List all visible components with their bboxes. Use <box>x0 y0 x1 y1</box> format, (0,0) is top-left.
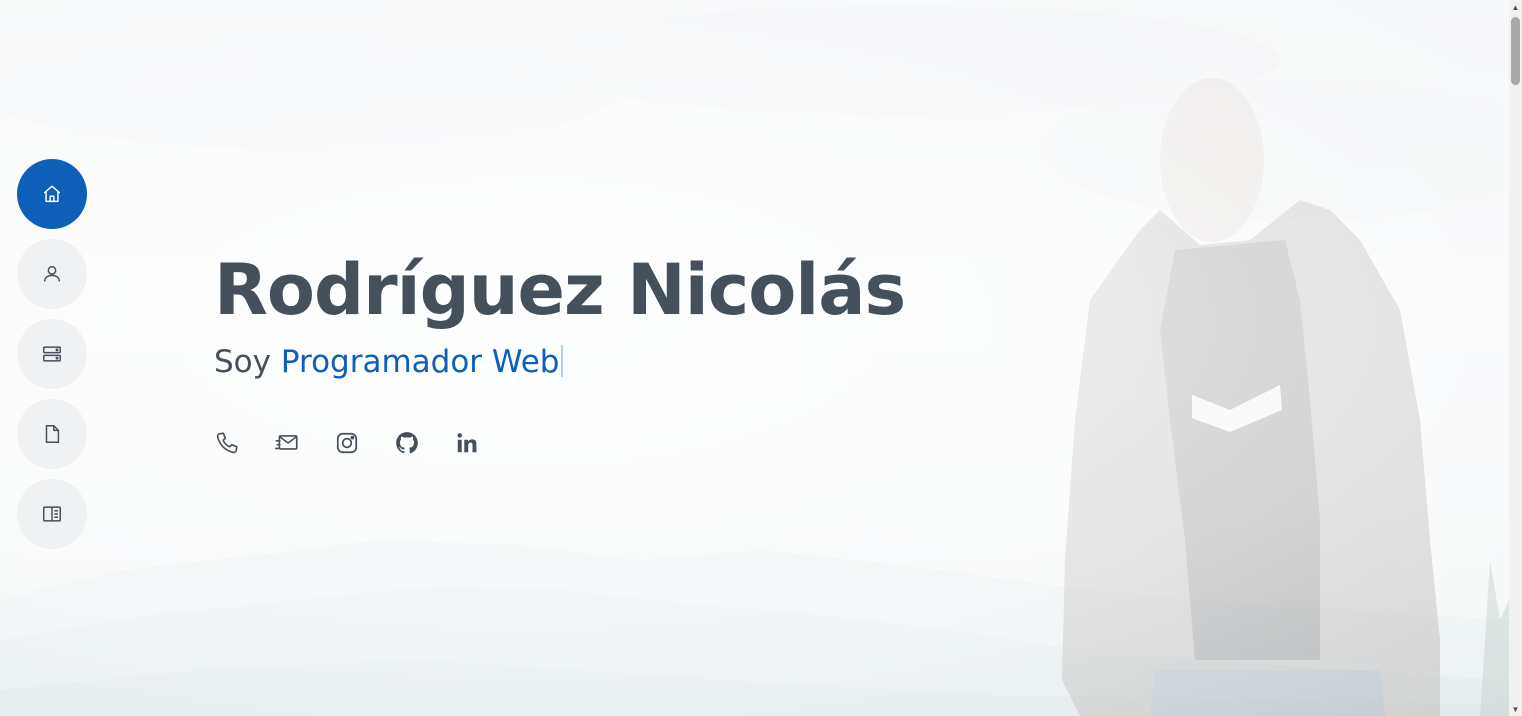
phone-icon <box>216 432 238 454</box>
email-icon <box>275 435 298 450</box>
hero-section: Rodríguez Nicolás Soy Programador Web <box>214 248 906 382</box>
file-icon <box>45 425 60 443</box>
typing-cursor <box>561 345 564 377</box>
page-scrollbar[interactable]: ▲ ▼ <box>1509 0 1522 716</box>
linkedin-icon <box>457 433 477 453</box>
github-link[interactable] <box>394 428 420 458</box>
hero-tagline: Soy Programador Web <box>214 342 905 382</box>
email-link[interactable] <box>274 428 300 458</box>
nav-resume-button[interactable] <box>17 399 87 469</box>
scroll-up-arrow-icon[interactable]: ▲ <box>1509 0 1522 14</box>
nav-portfolio-button[interactable] <box>17 479 87 549</box>
server-icon <box>43 346 61 362</box>
tagline-prefix: Soy <box>214 344 271 380</box>
scroll-thumb[interactable] <box>1511 17 1520 85</box>
instagram-link[interactable] <box>334 428 360 458</box>
instagram-icon <box>336 432 358 454</box>
phone-link[interactable] <box>214 428 240 458</box>
scroll-down-arrow-icon[interactable]: ▼ <box>1509 702 1522 716</box>
linkedin-link[interactable] <box>454 428 480 458</box>
book-icon <box>43 506 61 522</box>
github-icon <box>396 432 418 454</box>
person-icon <box>43 265 61 282</box>
side-nav <box>17 159 87 549</box>
nav-about-button[interactable] <box>17 239 87 309</box>
hero-name: Rodríguez Nicolás <box>214 249 906 331</box>
home-icon <box>43 185 61 203</box>
tagline-typed-text: Programador Web <box>280 344 560 380</box>
nav-services-button[interactable] <box>17 319 87 389</box>
nav-home-button[interactable] <box>17 159 87 229</box>
social-links <box>214 428 480 458</box>
